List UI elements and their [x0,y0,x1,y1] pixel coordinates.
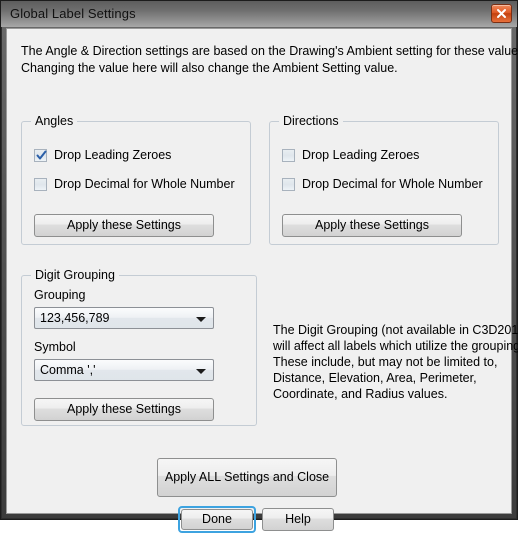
symbol-dropdown[interactable]: Comma ',' [34,359,214,381]
checkbox-directions-drop-decimal-label: Drop Decimal for Whole Number [302,177,483,191]
checkbox-angles-drop-decimal-label: Drop Decimal for Whole Number [54,177,235,191]
window-title: Global Label Settings [10,6,136,21]
apply-digit-grouping-settings-button[interactable]: Apply these Settings [34,398,214,421]
apply-directions-settings-button[interactable]: Apply these Settings [282,214,462,237]
checkbox-directions-drop-decimal[interactable] [282,178,295,191]
chevron-down-icon [196,369,206,374]
group-digit-grouping: Digit Grouping Grouping 123,456,789 Symb… [21,268,257,426]
checkbox-angles-drop-decimal[interactable] [34,178,47,191]
digit-grouping-note: The Digit Grouping (not available in C3D… [273,322,518,402]
title-bar[interactable]: Global Label Settings [1,1,517,27]
dialog-window: Global Label Settings The Angle & Direct… [0,0,518,533]
group-digit-grouping-legend: Digit Grouping [31,268,119,282]
symbol-dropdown-value: Comma ',' [40,363,96,377]
chevron-down-icon [196,317,206,322]
group-directions-legend: Directions [279,114,343,128]
digit-note-line-4: Distance, Elevation, Area, Perimeter, [273,371,477,385]
apply-all-settings-and-close-button[interactable]: Apply ALL Settings and Close [157,458,337,497]
close-button[interactable] [491,4,512,23]
checkbox-directions-drop-leading-zeroes[interactable] [282,149,295,162]
dialog-client-area: The Angle & Direction settings are based… [6,28,518,533]
group-angles: Angles Drop Leading Zeroes Drop Decimal … [21,114,251,245]
symbol-label: Symbol [34,340,76,354]
intro-line-1: The Angle & Direction settings are based… [21,44,518,58]
checkbox-directions-drop-leading-zeroes-label: Drop Leading Zeroes [302,148,420,162]
apply-angles-settings-button[interactable]: Apply these Settings [34,214,214,237]
grouping-dropdown-value: 123,456,789 [40,311,110,325]
intro-text: The Angle & Direction settings are based… [21,43,518,77]
close-icon [497,9,506,18]
group-directions: Directions Drop Leading Zeroes Drop Deci… [269,114,499,245]
intro-line-2: Changing the value here will also change… [21,61,398,75]
checkbox-angles-drop-leading-zeroes[interactable] [34,149,47,162]
check-icon [36,150,47,160]
digit-note-line-5: Coordinate, and Radius values. [273,387,448,401]
group-angles-legend: Angles [31,114,78,128]
digit-note-line-2: will affect all labels which utilize the… [273,339,518,353]
grouping-dropdown[interactable]: 123,456,789 [34,307,214,329]
checkbox-angles-drop-leading-zeroes-label: Drop Leading Zeroes [54,148,172,162]
digit-note-line-3: These include, but may not be limited to… [273,355,498,369]
digit-note-line-1: The Digit Grouping (not available in C3D… [273,323,518,337]
grouping-label: Grouping [34,288,86,302]
